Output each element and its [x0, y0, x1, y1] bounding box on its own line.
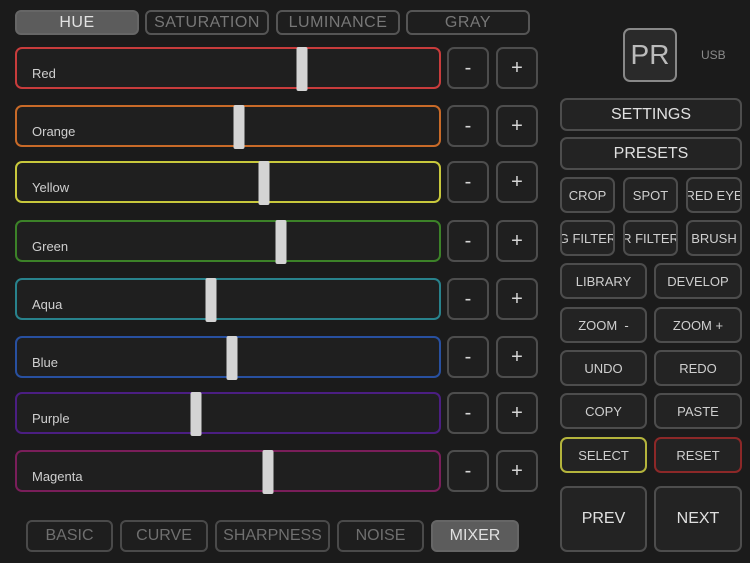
- spot-button[interactable]: SPOT: [623, 177, 678, 213]
- undo-button[interactable]: UNDO: [560, 350, 647, 386]
- redo-button[interactable]: REDO: [654, 350, 742, 386]
- increase-yellow-button[interactable]: +: [496, 161, 538, 203]
- increase-blue-button[interactable]: +: [496, 336, 538, 378]
- increase-purple-button[interactable]: +: [496, 392, 538, 434]
- decrease-yellow-button[interactable]: -: [447, 161, 489, 203]
- slider-label: Yellow: [32, 180, 70, 195]
- select-button[interactable]: SELECT: [560, 437, 647, 473]
- tab-mixer[interactable]: MIXER: [431, 520, 519, 552]
- g-filter-button[interactable]: G FILTER: [560, 220, 615, 256]
- slider-thumb[interactable]: [275, 220, 287, 264]
- decrease-blue-button[interactable]: -: [447, 336, 489, 378]
- decrease-green-button[interactable]: -: [447, 220, 489, 262]
- paste-button[interactable]: PASTE: [654, 393, 742, 429]
- tab-luminance[interactable]: LUMINANCE: [276, 10, 400, 35]
- reset-button[interactable]: RESET: [654, 437, 742, 473]
- slider-purple[interactable]: Purple: [15, 392, 441, 436]
- next-button[interactable]: NEXT: [654, 486, 742, 552]
- usb-status: USB: [701, 48, 726, 62]
- slider-yellow[interactable]: Yellow: [15, 161, 441, 205]
- slider-thumb[interactable]: [226, 336, 238, 380]
- slider-label: Blue: [32, 355, 59, 370]
- brush-button[interactable]: BRUSH: [686, 220, 742, 256]
- tab-saturation[interactable]: SATURATION: [145, 10, 269, 35]
- increase-red-button[interactable]: +: [496, 47, 538, 89]
- decrease-aqua-button[interactable]: -: [447, 278, 489, 320]
- decrease-magenta-button[interactable]: -: [447, 450, 489, 492]
- slider-label: Red: [32, 66, 56, 81]
- slider-label: Aqua: [32, 297, 63, 312]
- decrease-purple-button[interactable]: -: [447, 392, 489, 434]
- tab-basic[interactable]: BASIC: [26, 520, 113, 552]
- slider-thumb[interactable]: [190, 392, 202, 436]
- library-button[interactable]: LIBRARY: [560, 263, 647, 299]
- copy-button[interactable]: COPY: [560, 393, 647, 429]
- slider-label: Green: [32, 239, 69, 254]
- slider-thumb[interactable]: [262, 450, 274, 494]
- settings-button[interactable]: SETTINGS: [560, 98, 742, 131]
- tab-hue[interactable]: HUE: [15, 10, 139, 35]
- slider-aqua[interactable]: Aqua: [15, 278, 441, 322]
- slider-green[interactable]: Green: [15, 220, 441, 264]
- develop-button[interactable]: DEVELOP: [654, 263, 742, 299]
- app-logo: PR: [623, 28, 677, 82]
- slider-label: Magenta: [32, 469, 83, 484]
- crop-button[interactable]: CROP: [560, 177, 615, 213]
- increase-magenta-button[interactable]: +: [496, 450, 538, 492]
- tab-noise[interactable]: NOISE: [337, 520, 424, 552]
- prev-button[interactable]: PREV: [560, 486, 647, 552]
- slider-thumb[interactable]: [258, 161, 270, 205]
- increase-green-button[interactable]: +: [496, 220, 538, 262]
- zoom-in-button[interactable]: ZOOM +: [654, 307, 742, 343]
- slider-label: Purple: [32, 411, 70, 426]
- slider-red[interactable]: Red: [15, 47, 441, 91]
- slider-blue[interactable]: Blue: [15, 336, 441, 380]
- slider-thumb[interactable]: [205, 278, 217, 322]
- slider-label: Orange: [32, 124, 76, 139]
- red-eye-button[interactable]: RED EYE: [686, 177, 742, 213]
- slider-thumb[interactable]: [296, 47, 308, 91]
- slider-magenta[interactable]: Magenta: [15, 450, 441, 494]
- slider-thumb[interactable]: [233, 105, 245, 149]
- increase-orange-button[interactable]: +: [496, 105, 538, 147]
- presets-button[interactable]: PRESETS: [560, 137, 742, 170]
- slider-orange[interactable]: Orange: [15, 105, 441, 149]
- decrease-orange-button[interactable]: -: [447, 105, 489, 147]
- increase-aqua-button[interactable]: +: [496, 278, 538, 320]
- r-filter-button[interactable]: R FILTER: [623, 220, 678, 256]
- decrease-red-button[interactable]: -: [447, 47, 489, 89]
- tab-gray[interactable]: GRAY: [406, 10, 530, 35]
- zoom-out-button[interactable]: ZOOM -: [560, 307, 647, 343]
- tab-curve[interactable]: CURVE: [120, 520, 208, 552]
- tab-sharpness[interactable]: SHARPNESS: [215, 520, 330, 552]
